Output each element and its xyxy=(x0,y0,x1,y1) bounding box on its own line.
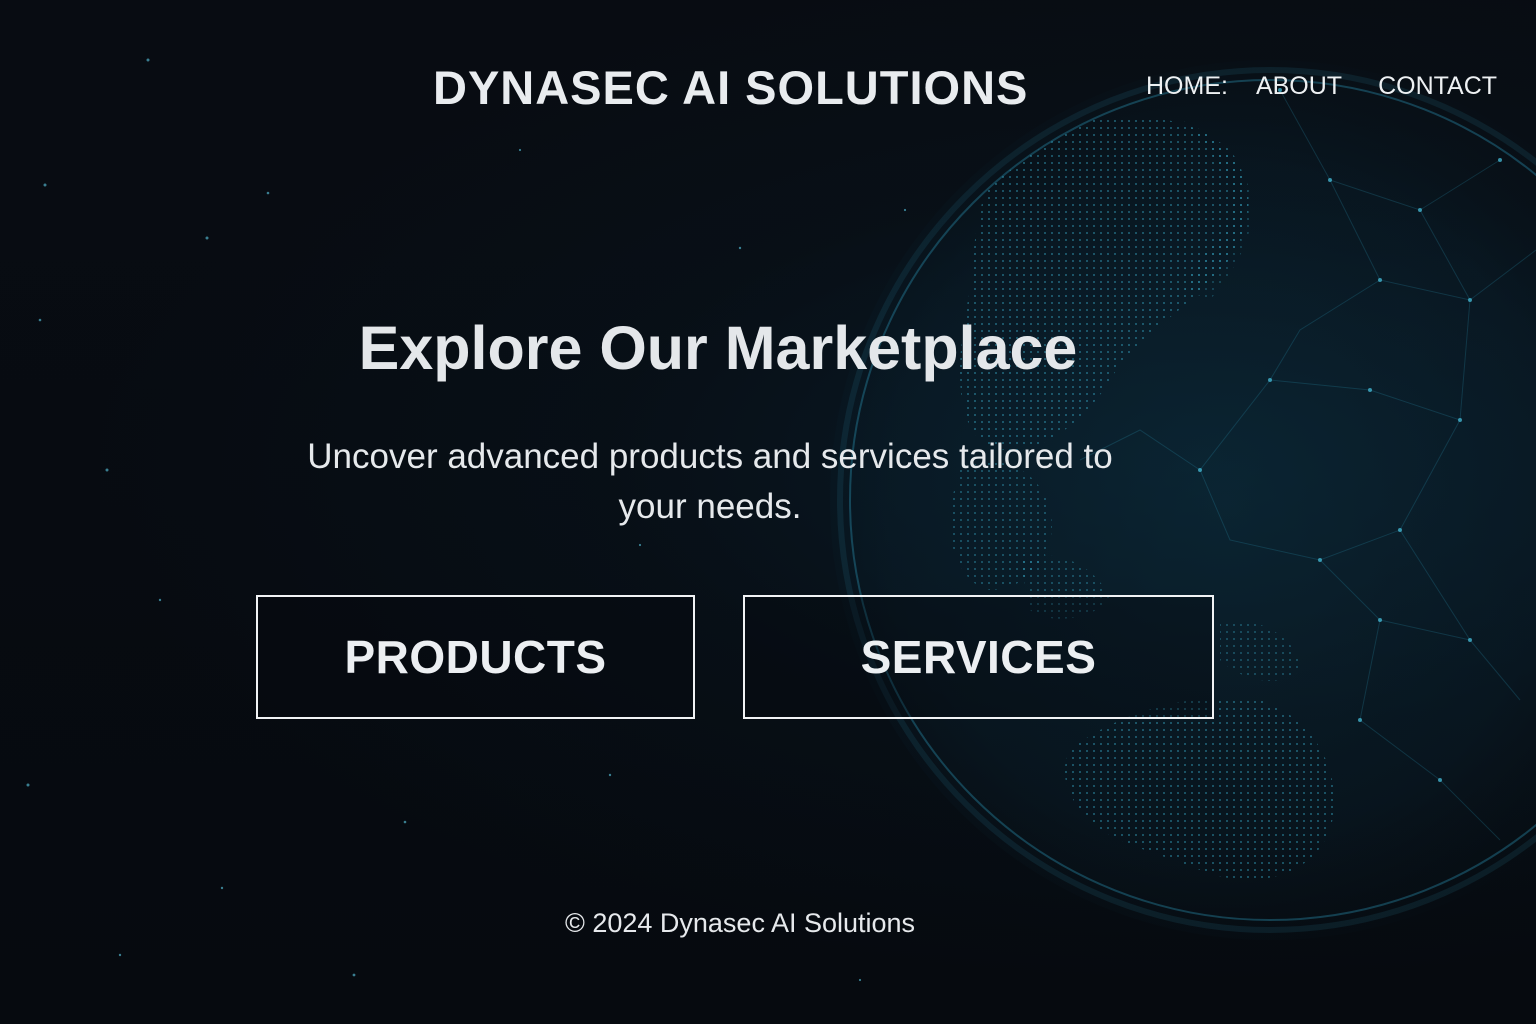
hero-subtitle: Uncover advanced products and services t… xyxy=(307,437,1113,526)
landing-page: DYNASEC AI SOLUTIONS HOME: ABOUT CONTACT… xyxy=(0,0,1536,1024)
nav-contact-link[interactable]: CONTACT xyxy=(1378,72,1497,101)
services-button[interactable]: SERVICES xyxy=(743,595,1214,719)
products-button[interactable]: PRODUCTS xyxy=(256,595,695,719)
nav-about-link[interactable]: ABOUT xyxy=(1256,72,1342,101)
products-button-label: PRODUCTS xyxy=(344,631,607,683)
hero-title: Explore Our Marketplace xyxy=(358,314,1078,382)
services-button-label: SERVICES xyxy=(860,631,1097,683)
main-nav: HOME: ABOUT CONTACT xyxy=(1146,72,1497,101)
footer-copyright: © 2024 Dynasec AI Solutions xyxy=(564,908,916,938)
nav-home-link[interactable]: HOME: xyxy=(1146,72,1228,101)
brand-title: DYNASEC AI SOLUTIONS xyxy=(433,61,1029,114)
